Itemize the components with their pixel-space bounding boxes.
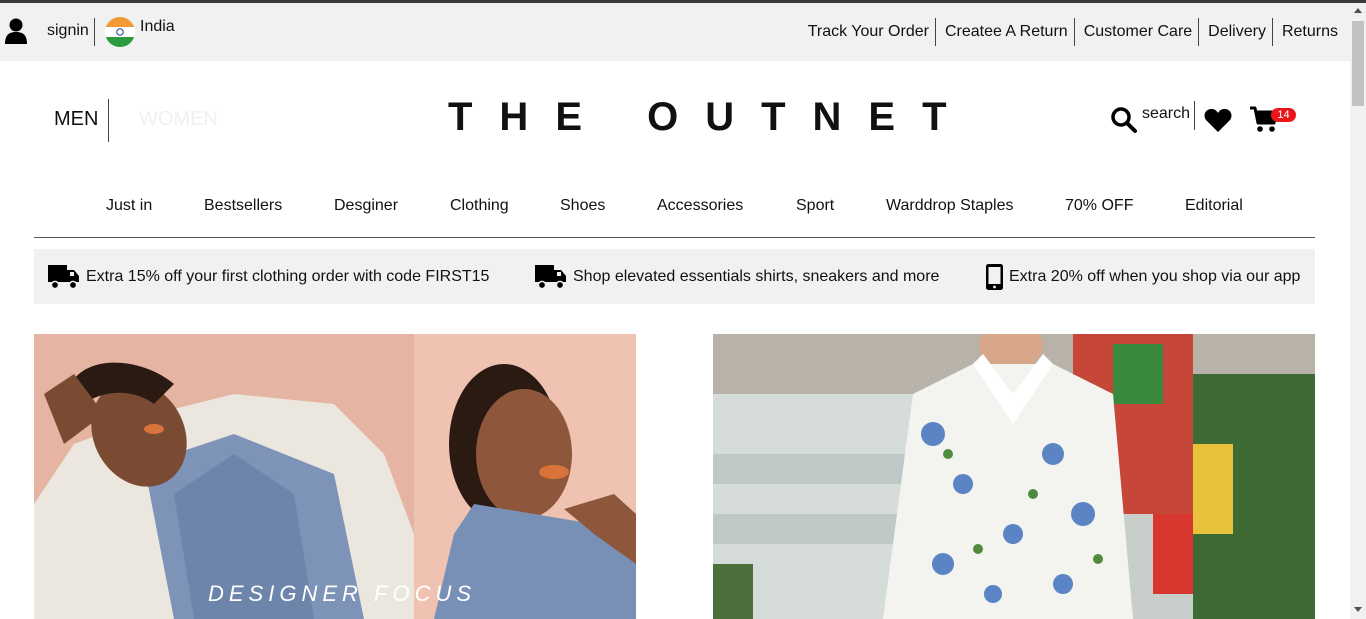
promo-item[interactable]: Extra 20% off when you shop via our app <box>985 262 1300 292</box>
phone-icon <box>986 264 1003 290</box>
promo-text: Extra 20% off when you shop via our app <box>1009 268 1301 285</box>
utility-links: Track Your Order Createe A Return Custom… <box>799 18 1344 46</box>
truck-icon <box>48 265 79 290</box>
create-return-link[interactable]: Createe A Return <box>934 18 1074 46</box>
country-selector[interactable]: India <box>140 18 175 36</box>
nav-item-bestsellers[interactable]: Bestsellers <box>204 197 282 215</box>
nav-item-editorial[interactable]: Editorial <box>1185 197 1243 215</box>
track-order-link[interactable]: Track Your Order <box>799 18 935 46</box>
cart-count-badge: 14 <box>1271 108 1296 122</box>
hero-photo-right <box>713 334 1315 619</box>
nav-item-designer[interactable]: Desginer <box>334 197 398 215</box>
men-tab[interactable]: MEN <box>54 108 98 131</box>
page-scrollbar[interactable] <box>1350 3 1366 619</box>
divider <box>108 99 109 142</box>
nav-item-accessories[interactable]: Accessories <box>657 197 743 215</box>
hero-banner-runway[interactable] <box>713 334 1315 619</box>
nav-item-clothing[interactable]: Clothing <box>450 197 509 215</box>
user-icon[interactable] <box>5 18 27 44</box>
hero-banner-designer-focus[interactable]: DESIGNER FOCUS <box>34 334 636 619</box>
site-logo[interactable]: THE OUTNET <box>448 95 974 140</box>
utility-bar: signin India Track Your Order Createe A … <box>0 3 1350 61</box>
promo-text: Extra 15% off your first clothing order … <box>86 268 490 285</box>
signin-link[interactable]: signin <box>47 22 89 40</box>
nav-item-sport[interactable]: Sport <box>796 197 834 215</box>
search-icon[interactable] <box>1110 106 1138 134</box>
search-label[interactable]: search <box>1142 105 1190 123</box>
hero-photo-left <box>34 334 636 619</box>
nav-item-shoes[interactable]: Shoes <box>560 197 605 215</box>
wishlist-heart-icon[interactable] <box>1204 107 1232 133</box>
category-nav: Just in Bestsellers Desginer Clothing Sh… <box>0 197 1350 219</box>
scrollbar-thumb[interactable] <box>1352 21 1364 106</box>
nav-item-70-off[interactable]: 70% OFF <box>1065 197 1133 215</box>
divider <box>94 18 95 46</box>
promo-item[interactable]: Shop elevated essentials shirts, sneaker… <box>535 262 939 292</box>
divider <box>1194 101 1195 130</box>
promo-text: Shop elevated essentials shirts, sneaker… <box>573 268 940 285</box>
nav-item-just-in[interactable]: Just in <box>106 197 152 215</box>
scroll-up-arrow-icon[interactable] <box>1354 8 1362 13</box>
promo-strip: Extra 15% off your first clothing order … <box>34 249 1315 304</box>
hero-caption: DESIGNER FOCUS <box>208 581 477 606</box>
nav-divider <box>34 237 1315 238</box>
truck-icon <box>535 265 566 290</box>
nav-item-wardrobe-staples[interactable]: Warddrop Staples <box>886 197 1013 215</box>
delivery-link[interactable]: Delivery <box>1198 18 1272 46</box>
customer-care-link[interactable]: Customer Care <box>1073 18 1198 46</box>
women-tab[interactable]: WOMEN <box>139 108 218 131</box>
promo-item[interactable]: Extra 15% off your first clothing order … <box>48 262 489 292</box>
india-flag-icon[interactable] <box>105 17 135 47</box>
returns-link[interactable]: Returns <box>1271 18 1344 46</box>
scroll-down-arrow-icon[interactable] <box>1354 607 1362 612</box>
